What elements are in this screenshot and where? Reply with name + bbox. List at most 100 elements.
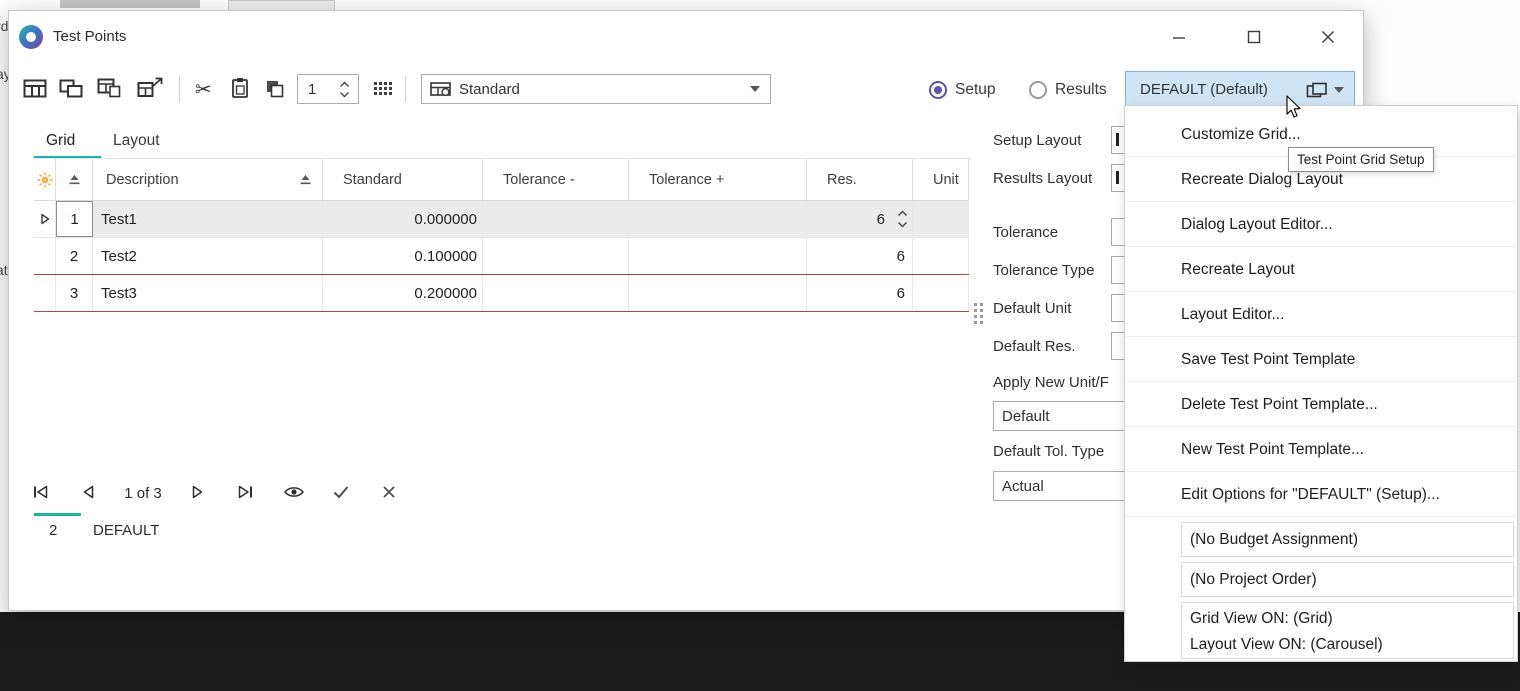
first-record-button[interactable] bbox=[26, 479, 56, 505]
header-tolerance-minus[interactable]: Tolerance - bbox=[483, 159, 629, 200]
paste-icon bbox=[231, 77, 249, 99]
last-record-button[interactable] bbox=[230, 479, 260, 505]
apply-new-unit-label: Apply New Unit/F bbox=[993, 374, 1109, 391]
cell-standard[interactable]: 0.000000 bbox=[323, 201, 483, 237]
header-indicator-cell[interactable] bbox=[34, 159, 56, 200]
minimize-button[interactable] bbox=[1162, 22, 1196, 52]
header-unit[interactable]: Unit bbox=[913, 159, 969, 200]
header-standard[interactable]: Standard bbox=[323, 159, 483, 200]
split-view-button[interactable] bbox=[59, 79, 83, 98]
template-button-label: DEFAULT (Default) bbox=[1126, 81, 1306, 98]
preview-button[interactable] bbox=[279, 479, 309, 505]
menu-item-view-status[interactable]: Grid View ON: (Grid) Layout View ON: (Ca… bbox=[1181, 602, 1514, 659]
template-dropdown-button[interactable]: DEFAULT (Default) bbox=[1125, 71, 1355, 108]
cell-tolerance-plus[interactable] bbox=[629, 238, 807, 274]
record-position: 1 of 3 bbox=[113, 485, 173, 502]
next-record-button[interactable] bbox=[182, 479, 212, 505]
menu-item-no-budget-assignment[interactable]: (No Budget Assignment) bbox=[1181, 522, 1514, 557]
chevron-down-icon bbox=[339, 91, 350, 98]
cell-tolerance-plus[interactable] bbox=[629, 201, 807, 237]
copy-button[interactable] bbox=[265, 79, 284, 98]
row-number-cell[interactable]: 2 bbox=[56, 238, 93, 274]
table-row[interactable]: 3 Test3 0.200000 6 bbox=[34, 275, 969, 312]
test-points-grid: Description Standard Tolerance - Toleran… bbox=[34, 159, 969, 312]
count-spinner-value: 1 bbox=[298, 81, 339, 98]
apply-new-unit-combo[interactable]: Default bbox=[993, 401, 1127, 431]
cell-unit[interactable] bbox=[913, 201, 969, 237]
menu-item-no-project-order[interactable]: (No Project Order) bbox=[1181, 562, 1514, 597]
cut-button[interactable]: ✂ bbox=[195, 77, 212, 102]
cell-standard[interactable]: 0.200000 bbox=[323, 275, 483, 311]
count-spinner[interactable]: 1 bbox=[297, 74, 359, 104]
cell-description[interactable]: Test1 bbox=[93, 201, 323, 237]
setup-layout-label: Setup Layout bbox=[993, 132, 1081, 149]
accept-button[interactable] bbox=[326, 479, 356, 505]
close-button[interactable] bbox=[1311, 22, 1345, 52]
menu-item-edit-options[interactable]: Edit Options for "DEFAULT" (Setup)... bbox=[1125, 472, 1517, 517]
results-radio[interactable]: Results bbox=[1029, 81, 1107, 99]
cell-tolerance-minus[interactable] bbox=[483, 238, 629, 274]
export-grid-button[interactable] bbox=[137, 77, 163, 98]
template-dropdown-menu: Customize Grid... Recreate Dialog Layout… bbox=[1124, 105, 1518, 662]
row-number-cell[interactable]: 1 bbox=[56, 201, 93, 237]
sort-icon bbox=[299, 174, 312, 186]
default-unit-label: Default Unit bbox=[993, 300, 1071, 317]
copy-grid-button[interactable] bbox=[97, 78, 121, 98]
menu-item-recreate-layout[interactable]: Recreate Layout bbox=[1125, 247, 1517, 292]
row-number-cell[interactable]: 3 bbox=[56, 275, 93, 311]
cell-res[interactable]: 6 bbox=[807, 238, 913, 274]
minimize-icon bbox=[1172, 30, 1186, 44]
layout-combo[interactable]: Standard bbox=[421, 74, 771, 104]
splitter-handle[interactable] bbox=[974, 303, 983, 324]
grid-view-icon bbox=[23, 79, 47, 98]
footer-tab-number[interactable]: 2 bbox=[49, 522, 57, 539]
header-rownum-cell[interactable] bbox=[56, 159, 93, 200]
table-row[interactable]: 2 Test2 0.100000 6 bbox=[34, 238, 969, 275]
cancel-edit-button[interactable] bbox=[374, 479, 404, 505]
footer-tab-default[interactable]: DEFAULT bbox=[93, 522, 159, 539]
results-layout-label: Results Layout bbox=[993, 170, 1092, 187]
header-description[interactable]: Description bbox=[93, 159, 323, 200]
layout-view-status: Layout View ON: (Carousel) bbox=[1190, 632, 1513, 658]
setup-radio[interactable]: Setup bbox=[929, 81, 996, 99]
res-spinner[interactable] bbox=[897, 210, 908, 228]
cell-description[interactable]: Test2 bbox=[93, 238, 323, 274]
menu-item-save-template[interactable]: Save Test Point Template bbox=[1125, 337, 1517, 382]
results-radio-label: Results bbox=[1055, 81, 1107, 99]
background-text-fragment: at bbox=[0, 262, 8, 278]
menu-item-new-template[interactable]: New Test Point Template... bbox=[1125, 427, 1517, 472]
menu-item-layout-editor[interactable]: Layout Editor... bbox=[1125, 292, 1517, 337]
cell-tolerance-minus[interactable] bbox=[483, 201, 629, 237]
paste-button[interactable] bbox=[231, 77, 249, 99]
cell-unit[interactable] bbox=[913, 238, 969, 274]
menu-item-delete-template[interactable]: Delete Test Point Template... bbox=[1125, 382, 1517, 427]
tab-grid[interactable]: Grid bbox=[46, 132, 75, 150]
next-record-icon bbox=[189, 484, 205, 500]
table-row[interactable]: 1 Test1 0.000000 6 bbox=[34, 201, 969, 238]
app-logo-icon bbox=[19, 25, 43, 49]
menu-item-dialog-layout-editor[interactable]: Dialog Layout Editor... bbox=[1125, 202, 1517, 247]
header-tolerance-plus[interactable]: Tolerance + bbox=[629, 159, 807, 200]
previous-record-button[interactable] bbox=[74, 479, 104, 505]
grid-view-button[interactable] bbox=[23, 79, 47, 98]
layout-windows-icon bbox=[1306, 82, 1328, 98]
header-res[interactable]: Res. bbox=[807, 159, 913, 200]
cell-unit[interactable] bbox=[913, 275, 969, 311]
spinner-arrows[interactable] bbox=[339, 81, 358, 98]
background-ui-fragment bbox=[60, 0, 200, 8]
cell-tolerance-minus[interactable] bbox=[483, 275, 629, 311]
layout-combo-value: Standard bbox=[451, 81, 750, 98]
check-icon bbox=[332, 484, 350, 500]
cell-res[interactable]: 6 bbox=[807, 201, 913, 237]
maximize-button[interactable] bbox=[1237, 22, 1271, 52]
row-indicator-icon bbox=[39, 212, 51, 226]
cells-grid-button[interactable] bbox=[373, 81, 392, 96]
previous-record-icon bbox=[81, 484, 97, 500]
cell-standard[interactable]: 0.100000 bbox=[323, 238, 483, 274]
cell-tolerance-plus[interactable] bbox=[629, 275, 807, 311]
cell-res[interactable]: 6 bbox=[807, 275, 913, 311]
cell-description[interactable]: Test3 bbox=[93, 275, 323, 311]
tab-layout[interactable]: Layout bbox=[113, 132, 160, 150]
default-tol-type-combo[interactable]: Actual bbox=[993, 471, 1127, 501]
first-record-icon bbox=[31, 484, 51, 500]
